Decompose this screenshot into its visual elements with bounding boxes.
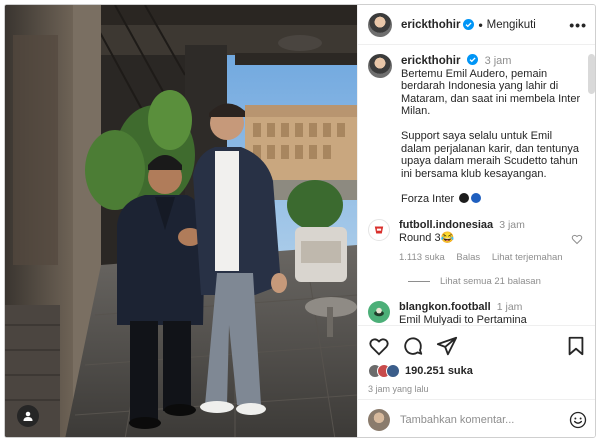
instagram-post-modal: erickthohir • Mengikuti ••• erickthohir … <box>4 4 596 438</box>
view-replies-label: Lihat semua 21 balasan <box>440 276 541 287</box>
likes-count[interactable]: 190.251 suka <box>405 365 473 377</box>
caption-paragraph: Support saya selalu untuk Emil dalam per… <box>401 130 579 180</box>
reply-button[interactable]: Balas <box>456 252 480 263</box>
current-user-avatar <box>368 408 390 431</box>
add-comment-bar <box>358 399 595 437</box>
futboll-logo-icon <box>374 226 384 234</box>
comment-time[interactable]: 3 jam <box>499 219 525 231</box>
likes-summary[interactable]: 190.251 suka <box>368 364 587 378</box>
verified-badge-icon <box>466 54 478 65</box>
comment-input[interactable] <box>400 413 569 426</box>
comment-body: blangkon.football 1 jam Emil Mulyadi to … <box>399 301 583 325</box>
author-avatar[interactable] <box>368 12 392 37</box>
bookmark-icon[interactable] <box>565 335 587 357</box>
comment-meta: 1.113 suka Balas Lihat terjemahan <box>399 251 583 264</box>
caption-username[interactable]: erickthohir <box>401 55 460 67</box>
likes-count-text: 190.251 suka <box>405 365 473 377</box>
view-replies-button[interactable]: Lihat semua 21 balasan <box>408 276 583 287</box>
blangkon-logo-icon <box>374 307 384 317</box>
liker-avatar <box>386 364 400 378</box>
verified-badge-icon <box>463 19 475 30</box>
comment-item: blangkon.football 1 jam Emil Mulyadi to … <box>368 301 583 325</box>
caption-text: Bertemu Emil Audero, pemain berdarah Ind… <box>401 68 583 206</box>
comment-text: Round 3😂 <box>399 232 455 244</box>
user-icon <box>23 411 33 421</box>
commenter-username[interactable]: futboll.indonesiaa <box>399 219 493 231</box>
caption-avatar[interactable] <box>368 54 392 78</box>
comments-scrollbar[interactable] <box>588 54 595 94</box>
post-timestamp[interactable]: 3 jam yang lalu <box>368 384 587 394</box>
commenter-avatar[interactable] <box>368 219 390 241</box>
like-heart-icon[interactable] <box>368 335 390 357</box>
share-send-icon[interactable] <box>436 335 458 357</box>
comments-list[interactable]: erickthohir 3 jam Bertemu Emil Audero, p… <box>358 46 595 325</box>
following-button[interactable]: Mengikuti <box>487 19 536 31</box>
author-username[interactable]: erickthohir <box>401 19 460 31</box>
comment-item: futboll.indonesiaa 3 jam Round 3😂 1.113 … <box>368 219 583 264</box>
commenter-username[interactable]: blangkon.football <box>399 301 491 313</box>
post-side-panel: erickthohir • Mengikuti ••• erickthohir … <box>357 5 595 437</box>
post-photo[interactable] <box>5 5 357 437</box>
comment-time[interactable]: 1 jam <box>497 301 523 313</box>
comment-text: Emil Mulyadi to Pertamina <box>399 314 527 325</box>
separator-dot: • <box>478 17 483 32</box>
caption-body: erickthohir 3 jam Bertemu Emil Audero, p… <box>401 54 583 205</box>
replies-divider <box>408 281 430 282</box>
caption-paragraph: Bertemu Emil Audero, pemain berdarah Ind… <box>401 67 581 118</box>
comment-body: futboll.indonesiaa 3 jam Round 3😂 1.113 … <box>399 219 583 264</box>
heart-outline-icon[interactable] <box>571 233 583 245</box>
caption-closing-text: Forza Inter <box>401 192 455 205</box>
blue-circle-emoji-icon <box>471 192 482 203</box>
caption-closing: Forza Inter <box>401 192 583 206</box>
translate-button[interactable]: Lihat terjemahan <box>492 252 563 263</box>
post-header: erickthohir • Mengikuti ••• <box>358 5 595 45</box>
emoji-icon[interactable] <box>569 411 587 429</box>
photo-illustration <box>5 5 357 437</box>
action-buttons <box>368 334 587 358</box>
tagged-users-button[interactable] <box>17 405 39 427</box>
black-circle-emoji-icon <box>459 192 470 203</box>
more-options-icon[interactable]: ••• <box>569 17 587 33</box>
comment-bubble-icon[interactable] <box>402 335 424 357</box>
caption-time[interactable]: 3 jam <box>485 55 512 67</box>
comment-likes[interactable]: 1.113 suka <box>399 252 445 263</box>
commenter-avatar[interactable] <box>368 301 390 323</box>
post-actions: 190.251 suka 3 jam yang lalu <box>358 325 595 394</box>
caption: erickthohir 3 jam Bertemu Emil Audero, p… <box>368 54 583 205</box>
